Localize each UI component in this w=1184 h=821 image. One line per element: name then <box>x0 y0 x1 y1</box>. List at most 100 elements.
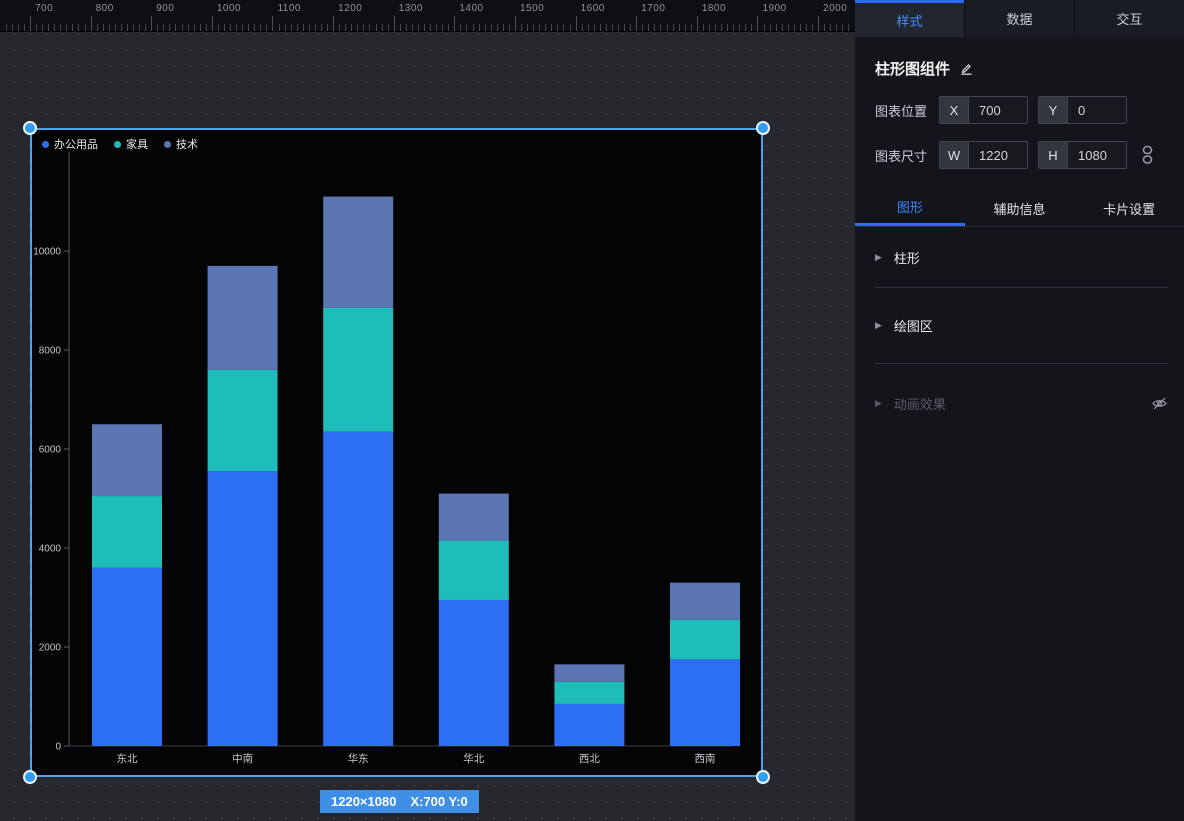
aspect-ratio-lock-icon[interactable] <box>1141 145 1154 165</box>
ruler-tick <box>830 24 831 31</box>
ruler-tick <box>54 24 55 31</box>
x-position-input[interactable] <box>969 97 1027 123</box>
section-animation[interactable]: ▶ 动画效果 <box>875 364 1168 442</box>
width-input[interactable] <box>969 142 1027 168</box>
ruler-tick <box>188 24 189 31</box>
ruler-tick <box>697 16 698 31</box>
ruler-tick <box>557 24 558 31</box>
ruler-tick <box>6 24 7 31</box>
chart-legend: 办公用品 家具技术 <box>42 136 198 152</box>
ruler-tick <box>339 24 340 31</box>
ruler-tick <box>454 16 455 31</box>
section-bar[interactable]: ▶ 柱形 <box>875 227 1168 288</box>
x-position-field[interactable]: X <box>939 96 1028 124</box>
tab-style[interactable]: 样式 <box>855 0 964 37</box>
ruler-tick <box>460 24 461 31</box>
bar-segment <box>208 370 278 471</box>
ruler-tick <box>297 24 298 31</box>
ruler-tick <box>121 24 122 31</box>
ruler-tick <box>606 24 607 31</box>
ruler-tick <box>400 24 401 31</box>
legend-label: 家具 <box>126 136 148 152</box>
subtab-auxiliary-info[interactable]: 辅助信息 <box>965 190 1075 226</box>
bar-segment <box>439 541 509 600</box>
collapse-arrow-icon[interactable]: ▶ <box>875 320 882 331</box>
y-position-input[interactable] <box>1068 97 1126 123</box>
app-window: 7008009001000110012001300140015001600170… <box>0 0 1184 821</box>
ruler-tick <box>115 24 116 31</box>
ruler-tick <box>285 24 286 31</box>
ruler-tick <box>679 24 680 31</box>
ruler-tick <box>12 24 13 31</box>
ruler-tick <box>612 24 613 31</box>
collapse-arrow-icon[interactable]: ▶ <box>875 252 882 263</box>
ruler-tick <box>382 24 383 31</box>
panel-sections: ▶ 柱形 ▶ 绘图区 ▶ 动画效果 <box>855 227 1184 442</box>
w-field-prefix: W <box>940 142 969 168</box>
ruler-label: 800 <box>96 3 114 14</box>
legend-dot <box>42 141 49 148</box>
selection-handle-bottom-right[interactable] <box>756 770 770 784</box>
rename-pencil-icon[interactable] <box>959 61 974 76</box>
stacked-bar-chart: 0200040006000800010000东北中南华东华北西北西南 <box>32 130 761 775</box>
ruler-tick <box>636 16 637 31</box>
ruler-tick <box>72 24 73 31</box>
ruler-tick <box>715 24 716 31</box>
selection-handle-top-right[interactable] <box>756 121 770 135</box>
ruler-tick <box>36 24 37 31</box>
ruler-tick <box>333 16 334 31</box>
ruler-tick <box>145 24 146 31</box>
bar-segment <box>92 568 162 746</box>
subtab-graphic[interactable]: 图形 <box>855 190 965 226</box>
bar-chart-component[interactable]: 办公用品 家具技术 0200040006000800010000东北中南华东华北西… <box>30 128 763 777</box>
ruler-label: 1900 <box>762 3 786 14</box>
eye-off-icon[interactable] <box>1151 395 1168 412</box>
bar-segment <box>323 432 393 746</box>
ruler-tick <box>321 24 322 31</box>
legend-item[interactable]: 技术 <box>164 136 198 152</box>
height-field[interactable]: H <box>1038 141 1127 169</box>
ruler-tick <box>363 24 364 31</box>
ruler-tick <box>788 24 789 31</box>
panel-tab-bar: 样式 数据 交互 <box>855 0 1184 37</box>
width-field[interactable]: W <box>939 141 1028 169</box>
tab-data[interactable]: 数据 <box>964 0 1074 37</box>
ruler-tick <box>418 24 419 31</box>
editor-canvas[interactable]: 办公用品 家具技术 0200040006000800010000东北中南华东华北西… <box>0 32 855 821</box>
ruler-tick <box>727 24 728 31</box>
y-axis-label: 8000 <box>39 346 62 357</box>
ruler-tick <box>776 24 777 31</box>
ruler-tick <box>818 16 819 31</box>
legend-item[interactable]: 家具 <box>114 136 148 152</box>
ruler-label: 1200 <box>338 3 362 14</box>
bar-segment <box>554 682 624 704</box>
ruler-tick <box>570 24 571 31</box>
ruler-tick <box>315 24 316 31</box>
ruler-tick <box>794 24 795 31</box>
section-plot-area[interactable]: ▶ 绘图区 <box>875 288 1168 364</box>
ruler-tick <box>600 24 601 31</box>
ruler-tick <box>739 24 740 31</box>
ruler-tick <box>503 24 504 31</box>
ruler-tick <box>424 24 425 31</box>
selection-handle-top-left[interactable] <box>23 121 37 135</box>
legend-item[interactable]: 办公用品 <box>42 136 98 152</box>
ruler-tick <box>497 24 498 31</box>
ruler-tick <box>351 24 352 31</box>
ruler-tick <box>272 16 273 31</box>
ruler-label: 1100 <box>277 3 301 14</box>
selection-size-badge: 1220×1080 X:700 Y:0 <box>320 790 479 813</box>
ruler-tick <box>91 16 92 31</box>
ruler-tick <box>648 24 649 31</box>
ruler-tick <box>78 24 79 31</box>
ruler-tick <box>618 24 619 31</box>
ruler-tick <box>48 24 49 31</box>
ruler-tick <box>485 24 486 31</box>
subtab-card-settings[interactable]: 卡片设置 <box>1074 190 1184 226</box>
height-input[interactable] <box>1068 142 1126 168</box>
bar-segment <box>439 494 509 541</box>
y-position-field[interactable]: Y <box>1038 96 1127 124</box>
tab-interaction[interactable]: 交互 <box>1074 0 1184 37</box>
selection-handle-bottom-left[interactable] <box>23 770 37 784</box>
ruler-tick <box>97 24 98 31</box>
